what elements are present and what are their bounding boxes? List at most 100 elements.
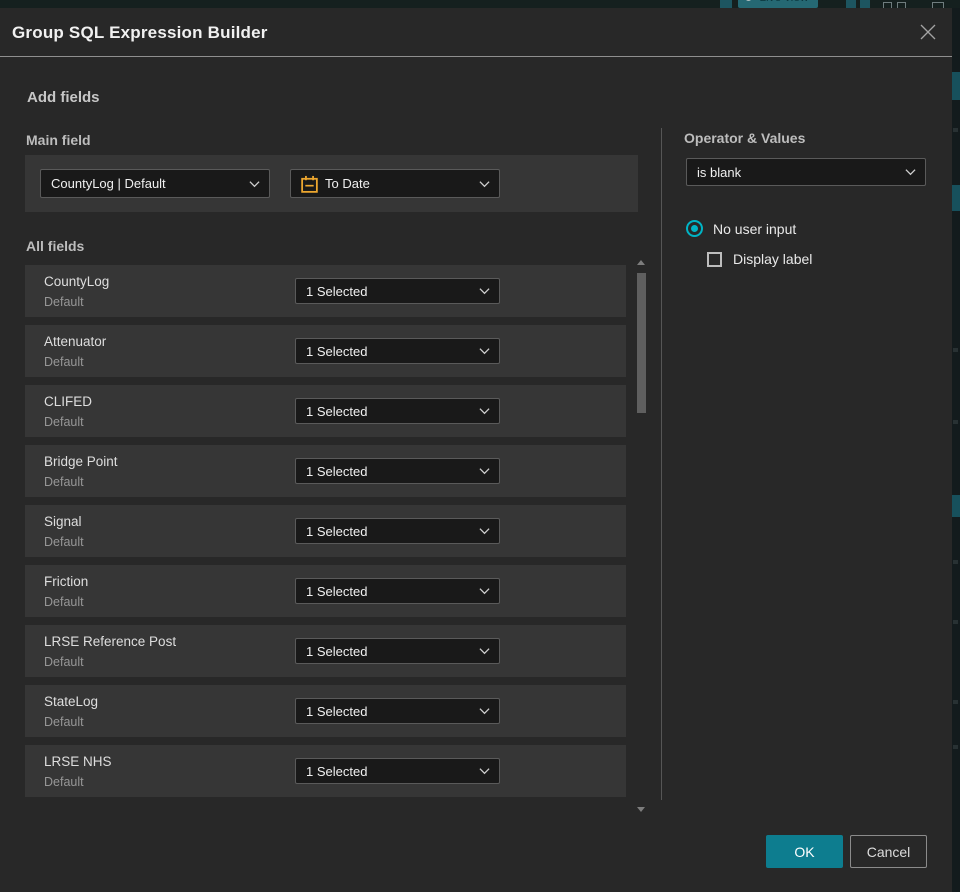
field-subtitle: Default — [44, 415, 84, 429]
field-selected-value: 1 Selected — [306, 343, 368, 359]
live-view-label: Live view — [759, 0, 808, 4]
field-selected-dropdown[interactable]: 1 Selected — [295, 638, 500, 664]
background-fragment — [953, 420, 958, 424]
field-subtitle: Default — [44, 355, 84, 369]
background-fragment — [953, 700, 958, 704]
field-selected-dropdown[interactable]: 1 Selected — [295, 398, 500, 424]
field-selected-value: 1 Selected — [306, 283, 368, 299]
field-row: Bridge Point Default 1 Selected — [25, 445, 626, 497]
background-fragment — [953, 620, 958, 624]
background-fragment — [846, 0, 856, 8]
field-subtitle: Default — [44, 715, 84, 729]
chevron-down-icon — [479, 708, 490, 715]
field-row: Signal Default 1 Selected — [25, 505, 626, 557]
list-scrollbar[interactable] — [636, 260, 647, 812]
field-name: CountyLog — [44, 274, 110, 289]
field-row: Attenuator Default 1 Selected — [25, 325, 626, 377]
field-name: Signal — [44, 514, 82, 529]
field-subtitle: Default — [44, 475, 84, 489]
close-icon — [920, 24, 936, 40]
field-selected-value: 1 Selected — [306, 523, 368, 539]
field-subtitle: Default — [44, 535, 84, 549]
field-selected-value: 1 Selected — [306, 463, 368, 479]
field-selected-value: 1 Selected — [306, 703, 368, 719]
operator-select[interactable]: is blank — [686, 158, 926, 186]
field-selected-dropdown[interactable]: 1 Selected — [295, 758, 500, 784]
all-fields-label: All fields — [26, 238, 85, 254]
field-selected-dropdown[interactable]: 1 Selected — [295, 458, 500, 484]
operator-values-label: Operator & Values — [684, 130, 806, 146]
chevron-down-icon — [479, 408, 490, 415]
pane-divider — [661, 128, 662, 800]
chevron-down-icon — [249, 180, 260, 187]
field-name: StateLog — [44, 694, 99, 709]
app-background: Live view Group SQL Expression Builder — [0, 0, 960, 892]
cancel-button[interactable]: Cancel — [850, 835, 927, 868]
field-name: CLIFED — [44, 394, 93, 409]
main-date-field-select[interactable]: To Date — [290, 169, 500, 198]
no-user-input-radio[interactable]: No user input — [686, 220, 796, 237]
field-name: Attenuator — [44, 334, 107, 349]
background-fragment — [952, 185, 960, 211]
chevron-down-icon — [479, 648, 490, 655]
add-fields-heading: Add fields — [27, 89, 100, 106]
field-selected-value: 1 Selected — [306, 763, 368, 779]
field-subtitle: Default — [44, 775, 84, 789]
checkbox-unchecked-icon — [707, 251, 722, 267]
chevron-down-icon — [479, 768, 490, 775]
dialog-header: Group SQL Expression Builder — [0, 8, 952, 57]
background-fragment — [953, 348, 958, 352]
field-selected-dropdown[interactable]: 1 Selected — [295, 278, 500, 304]
field-selected-dropdown[interactable]: 1 Selected — [295, 698, 500, 724]
field-row: CountyLog Default 1 Selected — [25, 265, 626, 317]
field-row: LRSE Reference Post Default 1 Selected — [25, 625, 626, 677]
chevron-down-icon — [479, 588, 490, 595]
display-label-label: Display label — [733, 251, 813, 267]
group-sql-expression-builder-dialog: Group SQL Expression Builder Add fields … — [0, 8, 952, 892]
field-row: StateLog Default 1 Selected — [25, 685, 626, 737]
field-selected-dropdown[interactable]: 1 Selected — [295, 338, 500, 364]
field-name: Bridge Point — [44, 454, 118, 469]
chevron-down-icon — [905, 169, 916, 176]
background-fragment — [952, 72, 960, 100]
background-fragment — [720, 0, 732, 8]
field-name: LRSE NHS — [44, 754, 112, 769]
background-fragment — [860, 0, 870, 8]
live-view-dot-icon — [745, 0, 752, 1]
background-fragment — [953, 560, 958, 564]
field-name: LRSE Reference Post — [44, 634, 177, 649]
field-selected-value: 1 Selected — [306, 643, 368, 659]
scrollbar-thumb[interactable] — [637, 273, 646, 413]
background-panel-edge — [952, 8, 960, 892]
background-fragment — [952, 495, 960, 517]
scroll-down-icon[interactable] — [637, 807, 645, 812]
field-subtitle: Default — [44, 295, 84, 309]
ok-button[interactable]: OK — [766, 835, 843, 868]
background-fragment — [953, 745, 958, 749]
chevron-down-icon — [479, 180, 490, 187]
field-selected-dropdown[interactable]: 1 Selected — [295, 518, 500, 544]
field-subtitle: Default — [44, 655, 84, 669]
field-row: CLIFED Default 1 Selected — [25, 385, 626, 437]
dialog-title: Group SQL Expression Builder — [12, 23, 268, 42]
main-field-panel: CountyLog | Default To Date — [25, 155, 638, 212]
main-date-select-value: To Date — [325, 176, 370, 191]
chevron-down-icon — [479, 528, 490, 535]
background-fragment — [953, 128, 958, 132]
display-label-checkbox[interactable]: Display label — [707, 251, 812, 267]
close-button[interactable] — [913, 17, 943, 47]
chevron-down-icon — [479, 468, 490, 475]
main-field-select[interactable]: CountyLog | Default — [40, 169, 270, 198]
chevron-down-icon — [479, 288, 490, 295]
no-user-input-label: No user input — [713, 220, 797, 237]
chevron-down-icon — [479, 348, 490, 355]
field-selected-dropdown[interactable]: 1 Selected — [295, 578, 500, 604]
field-selected-value: 1 Selected — [306, 403, 368, 419]
operator-select-value: is blank — [697, 164, 742, 180]
main-field-select-value: CountyLog | Default — [51, 176, 166, 191]
field-row: Friction Default 1 Selected — [25, 565, 626, 617]
field-subtitle: Default — [44, 595, 84, 609]
scroll-up-icon[interactable] — [637, 260, 645, 265]
live-view-button[interactable]: Live view — [738, 0, 818, 8]
calendar-icon — [301, 175, 318, 193]
